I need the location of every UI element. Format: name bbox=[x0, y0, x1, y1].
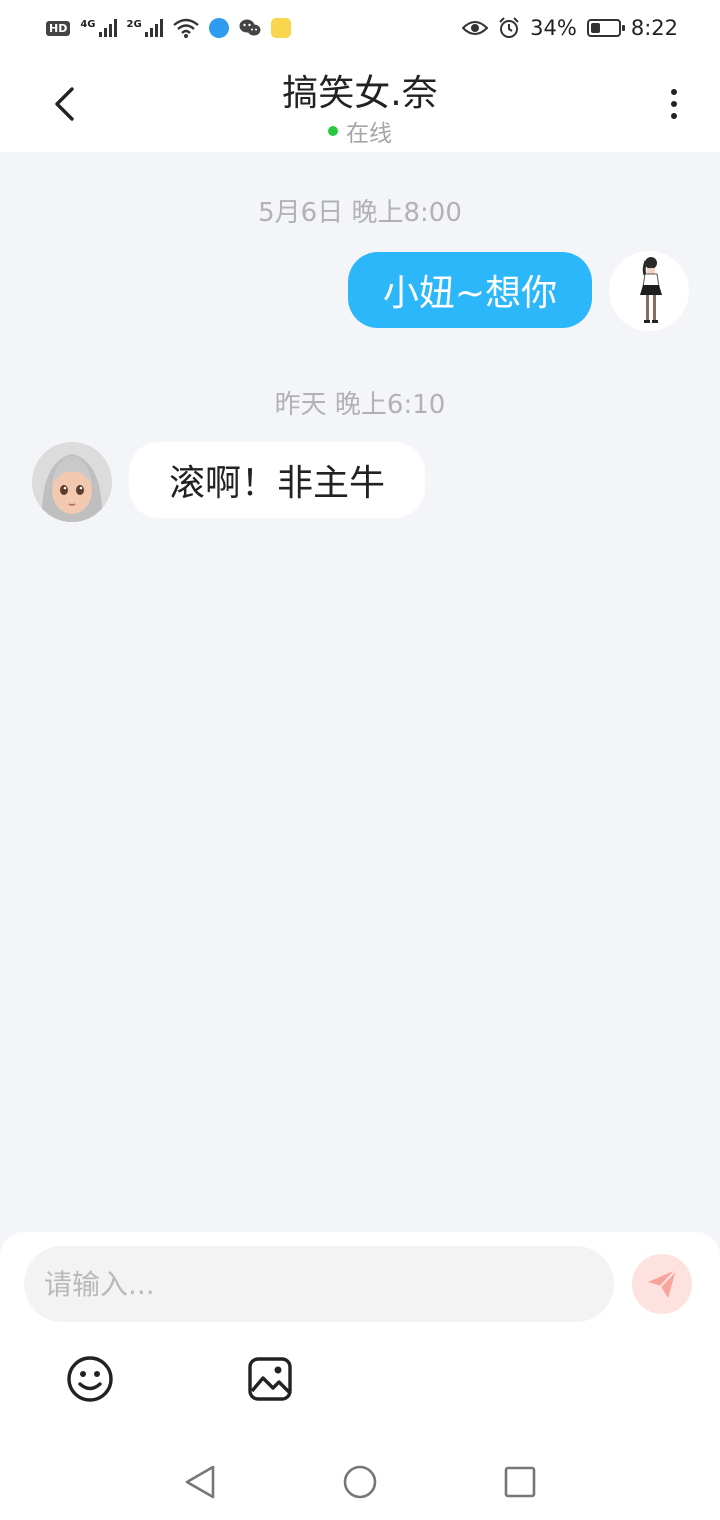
contact-avatar[interactable] bbox=[32, 442, 112, 522]
wifi-icon bbox=[172, 18, 199, 38]
battery-icon bbox=[586, 19, 625, 37]
more-dot-icon bbox=[671, 89, 677, 95]
message-bubble-sent[interactable]: 小妞~想你 bbox=[348, 252, 592, 328]
online-status: 在线 bbox=[0, 114, 720, 148]
chat-header: 搞笑女.奈 在线 bbox=[0, 56, 720, 152]
triangle-back-icon bbox=[185, 1465, 215, 1499]
emoji-icon bbox=[67, 1356, 113, 1402]
message-bubble-received[interactable]: 滚啊！非主牛 bbox=[129, 442, 425, 518]
signal-2g-icon: 2G bbox=[127, 19, 163, 37]
qq-browser-icon bbox=[208, 18, 229, 38]
status-bar: HD 4G 2G 34% 8:22 bbox=[0, 0, 720, 56]
nav-home-button[interactable] bbox=[338, 1460, 382, 1504]
hd-badge: HD bbox=[46, 20, 71, 36]
nav-recents-button[interactable] bbox=[498, 1460, 542, 1504]
message-timestamp: 5月6日 晚上8:00 bbox=[258, 198, 462, 228]
image-icon bbox=[248, 1357, 292, 1401]
message-input[interactable] bbox=[24, 1246, 614, 1322]
send-icon bbox=[648, 1269, 677, 1298]
eye-comfort-icon bbox=[462, 21, 489, 35]
contact-name: 搞笑女.奈 bbox=[282, 73, 438, 114]
more-dot-icon bbox=[671, 113, 677, 119]
status-bar-left: HD 4G 2G bbox=[46, 17, 291, 39]
status-bar-right: 34% 8:22 bbox=[462, 16, 678, 40]
nav-back-button[interactable] bbox=[178, 1460, 222, 1504]
clock: 8:22 bbox=[630, 16, 678, 40]
emoji-button[interactable] bbox=[65, 1354, 115, 1404]
video-app-icon bbox=[270, 18, 291, 38]
silver-hair-girl-avatar-icon bbox=[32, 442, 112, 522]
alarm-icon bbox=[499, 17, 519, 38]
my-avatar[interactable] bbox=[609, 251, 689, 331]
signal-4g-icon: 4G bbox=[80, 19, 117, 37]
system-nav-bar bbox=[0, 1442, 720, 1520]
image-button[interactable] bbox=[245, 1354, 295, 1404]
more-options-button[interactable] bbox=[656, 84, 692, 124]
composer-panel bbox=[0, 1232, 720, 1442]
circle-home-icon bbox=[343, 1465, 377, 1499]
message-timestamp: 昨天 晚上6:10 bbox=[274, 390, 446, 420]
wechat-icon bbox=[239, 19, 261, 36]
online-dot-icon bbox=[328, 126, 338, 136]
send-button[interactable] bbox=[632, 1254, 692, 1314]
battery-percent: 34% bbox=[530, 16, 577, 40]
square-recents-icon bbox=[504, 1466, 536, 1498]
online-status-label: 在线 bbox=[346, 121, 392, 147]
anime-character-avatar-icon bbox=[609, 251, 689, 331]
more-dot-icon bbox=[671, 101, 677, 107]
